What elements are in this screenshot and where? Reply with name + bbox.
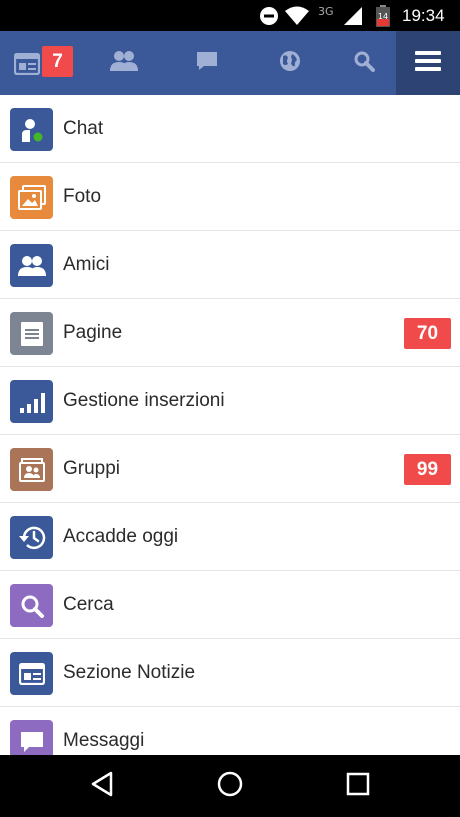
menu-item-foto[interactable]: Foto [0, 163, 460, 231]
chat-presence-icon [10, 108, 53, 151]
menu-item-label: Amici [63, 254, 110, 275]
friends-tab[interactable] [82, 31, 165, 95]
search-tab[interactable] [331, 31, 396, 95]
news-feed-tab[interactable]: 7 [0, 31, 82, 95]
notifications-tab[interactable] [248, 31, 331, 95]
menu-item-chat[interactable]: Chat [0, 95, 460, 163]
back-button[interactable] [62, 755, 142, 817]
photo-icon [10, 176, 53, 219]
hamburger-menu-icon [415, 51, 441, 75]
status-bar: 3G 14 19:34 [0, 0, 460, 31]
home-button[interactable] [190, 755, 270, 817]
search-icon [10, 584, 53, 627]
network-type-label: 3G [318, 5, 334, 18]
friends-icon [10, 244, 53, 287]
recent-apps-icon [346, 772, 370, 800]
news-feed-icon [10, 652, 53, 695]
menu-item-accadde-oggi[interactable]: Accadde oggi [0, 503, 460, 571]
news-feed-badge: 7 [42, 46, 73, 77]
notification-badge: 99 [404, 454, 451, 485]
menu-item-gestione-inserzioni[interactable]: Gestione inserzioni [0, 367, 460, 435]
battery-icon: 14 [376, 0, 392, 31]
menu-item-cerca[interactable]: Cerca [0, 571, 460, 639]
menu-item-label: Gestione inserzioni [63, 390, 225, 411]
friends-icon [109, 50, 138, 76]
menu-item-pagine[interactable]: Pagine 70 [0, 299, 460, 367]
back-icon [90, 771, 114, 801]
menu-item-sezione-notizie[interactable]: Sezione Notizie [0, 639, 460, 707]
menu-item-label: Foto [63, 186, 102, 207]
menu-item-label: Gruppi [63, 458, 121, 479]
message-icon [10, 720, 53, 755]
ads-chart-icon [10, 380, 53, 423]
messages-tab[interactable] [165, 31, 248, 95]
battery-level-label: 14 [378, 12, 388, 21]
system-nav-bar [0, 755, 460, 817]
history-icon [10, 516, 53, 559]
menu-item-gruppi[interactable]: Gruppi 99 [0, 435, 460, 503]
more-menu-tab[interactable] [396, 31, 460, 95]
status-time: 19:34 [402, 5, 445, 25]
groups-icon [10, 448, 53, 491]
menu-item-messaggi[interactable]: Messaggi [0, 707, 460, 755]
menu-item-label: Chat [63, 118, 104, 139]
menu-item-label: Pagine [63, 322, 123, 343]
home-icon [216, 770, 244, 802]
signal-icon [342, 0, 364, 31]
search-icon [353, 50, 375, 76]
menu-item-label: Messaggi [63, 730, 145, 751]
menu-item-label: Cerca [63, 594, 114, 615]
globe-icon [279, 50, 301, 76]
page-icon [10, 312, 53, 355]
do-not-disturb-icon [259, 0, 281, 31]
menu-item-label: Accadde oggi [63, 526, 179, 547]
top-nav-bar: 7 [0, 31, 460, 95]
bookmarks-menu: Chat Foto Amici Pagine 70 Gestione inser… [0, 95, 460, 755]
notification-badge: 70 [404, 318, 451, 349]
messages-icon [196, 51, 218, 75]
news-feed-icon [13, 52, 41, 79]
recent-apps-button[interactable] [318, 755, 398, 817]
menu-item-label: Sezione Notizie [63, 662, 196, 683]
menu-item-amici[interactable]: Amici [0, 231, 460, 299]
wifi-icon [285, 0, 311, 31]
